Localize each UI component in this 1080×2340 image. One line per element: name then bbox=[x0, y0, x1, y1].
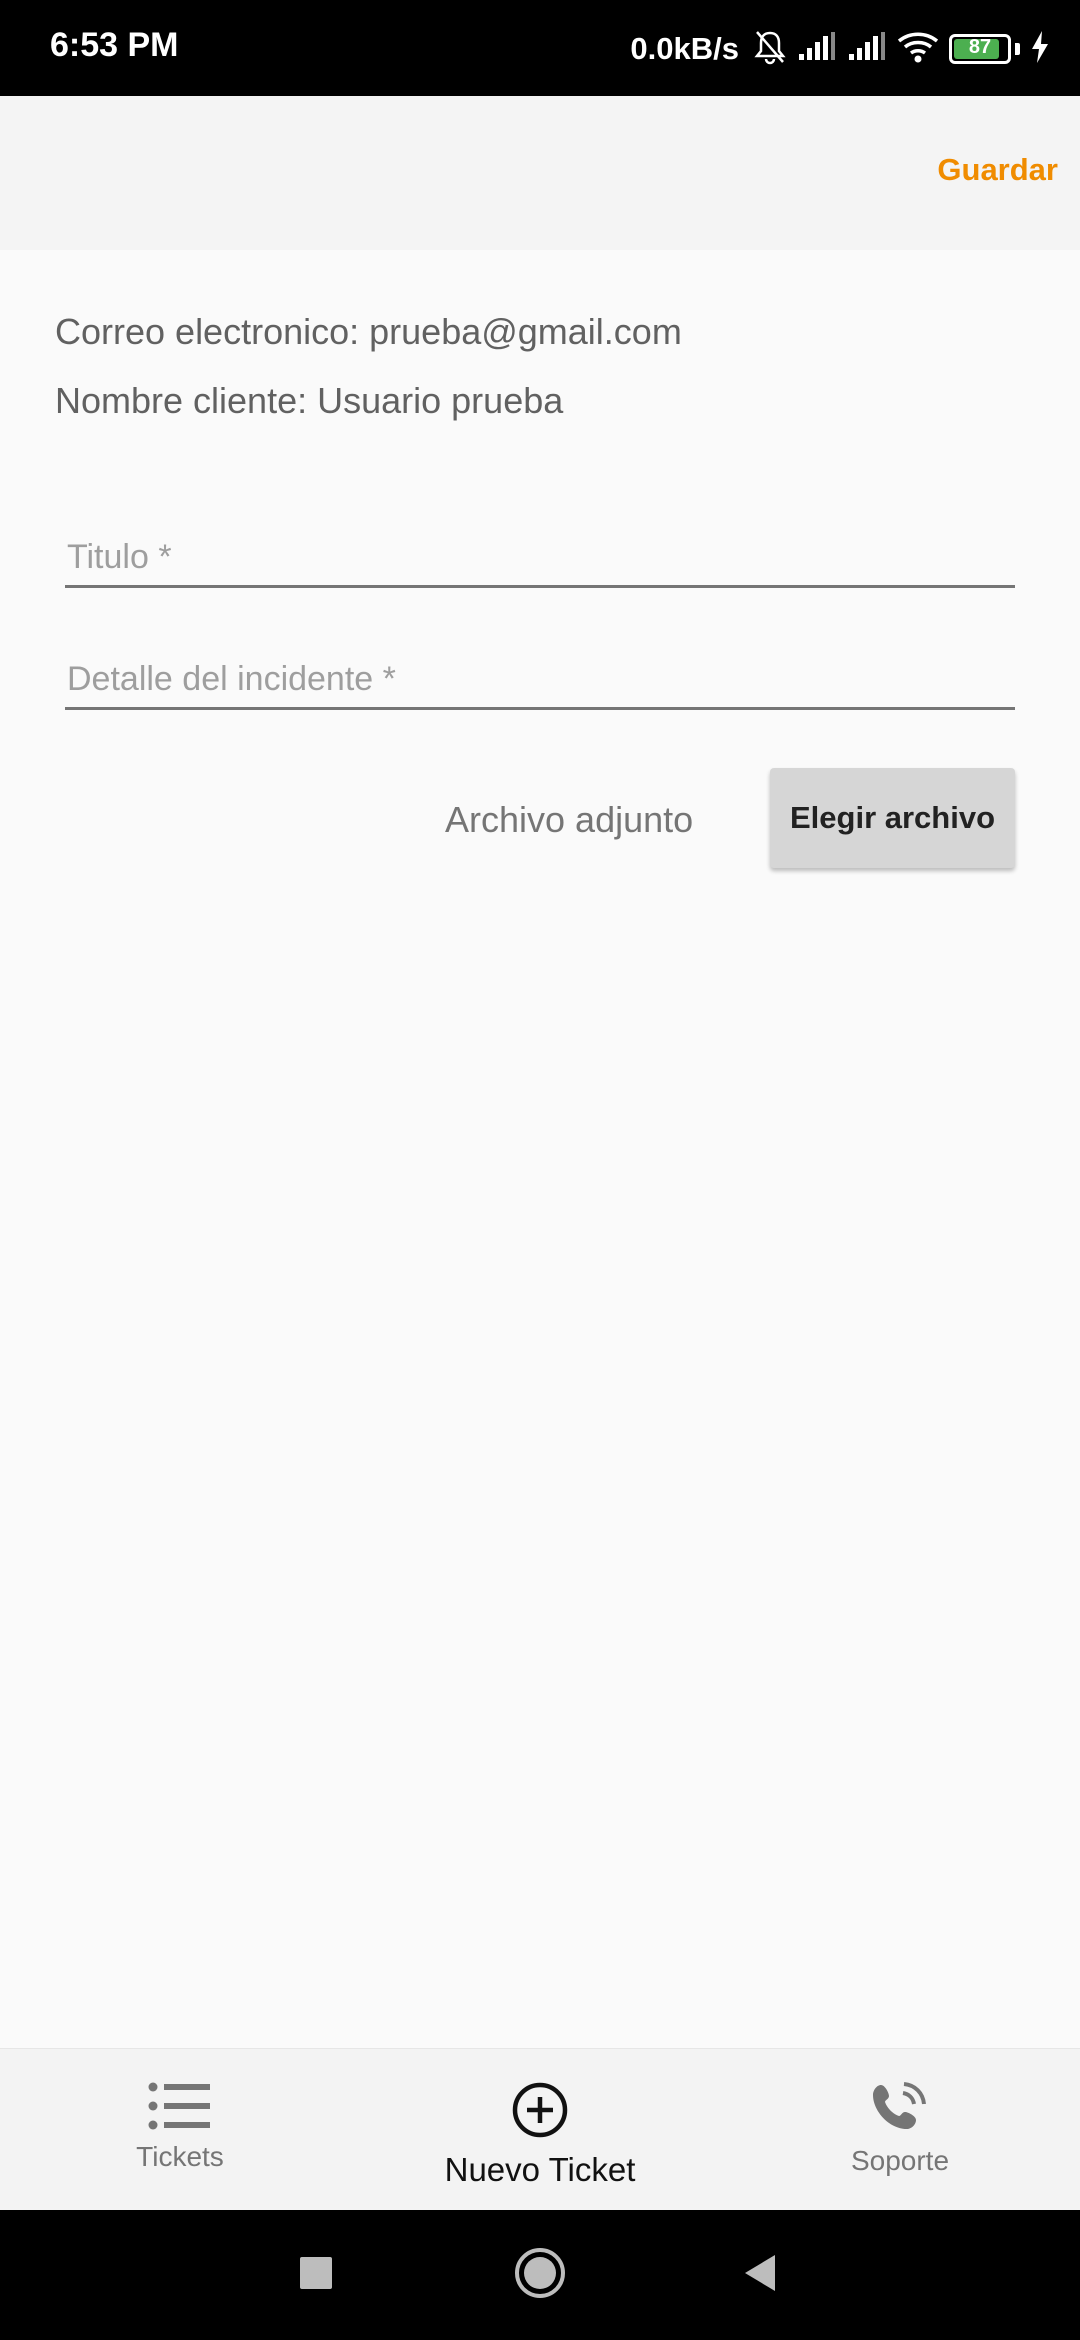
status-time: 6:53 PM bbox=[50, 26, 179, 64]
nav-tickets[interactable]: Tickets bbox=[0, 2049, 360, 2210]
nav-support[interactable]: Soporte bbox=[720, 2049, 1080, 2210]
home-button[interactable] bbox=[480, 2210, 600, 2340]
detail-field bbox=[65, 660, 1015, 710]
status-icons: 0.0kB/s 87 bbox=[630, 24, 1050, 74]
nav-new-ticket-label: Nuevo Ticket bbox=[444, 2151, 636, 2188]
choose-file-button[interactable]: Elegir archivo bbox=[770, 768, 1015, 868]
signal-icon bbox=[797, 31, 837, 67]
bell-muted-icon bbox=[753, 29, 787, 70]
battery-level: 87 bbox=[968, 36, 992, 58]
email-info: Correo electronico: prueba@gmail.com bbox=[55, 311, 682, 352]
nav-tickets-label: Tickets bbox=[136, 2141, 224, 2172]
app-bar: Guardar bbox=[0, 96, 1080, 250]
battery-icon: 87 bbox=[949, 34, 1011, 64]
status-bar: 6:53 PM 0.0kB/s 87 bbox=[0, 0, 1080, 96]
title-field bbox=[65, 538, 1015, 588]
save-button[interactable]: Guardar bbox=[937, 152, 1058, 188]
system-navigation-bar bbox=[0, 2210, 1080, 2340]
back-icon bbox=[741, 2253, 779, 2298]
attachment-label: Archivo adjunto bbox=[445, 799, 694, 840]
list-icon bbox=[148, 2081, 212, 2131]
add-circle-icon bbox=[511, 2081, 569, 2139]
title-input[interactable] bbox=[65, 538, 1015, 585]
recents-icon bbox=[299, 2256, 333, 2295]
back-button[interactable] bbox=[700, 2210, 820, 2340]
battery-nub bbox=[1015, 43, 1020, 55]
home-icon bbox=[513, 2246, 567, 2305]
phone-icon bbox=[871, 2081, 929, 2135]
network-speed: 0.0kB/s bbox=[630, 31, 739, 66]
recents-button[interactable] bbox=[256, 2210, 376, 2340]
detail-input[interactable] bbox=[65, 660, 1015, 707]
nav-support-label: Soporte bbox=[850, 2145, 950, 2176]
signal-icon-2 bbox=[847, 31, 887, 67]
nav-new-ticket[interactable]: Nuevo Ticket bbox=[360, 2049, 720, 2210]
charging-bolt-icon bbox=[1030, 30, 1050, 68]
client-name-info: Nombre cliente: Usuario prueba bbox=[55, 380, 564, 421]
wifi-icon bbox=[897, 31, 939, 68]
bottom-navigation: Tickets Nuevo Ticket Soporte bbox=[0, 2048, 1080, 2210]
